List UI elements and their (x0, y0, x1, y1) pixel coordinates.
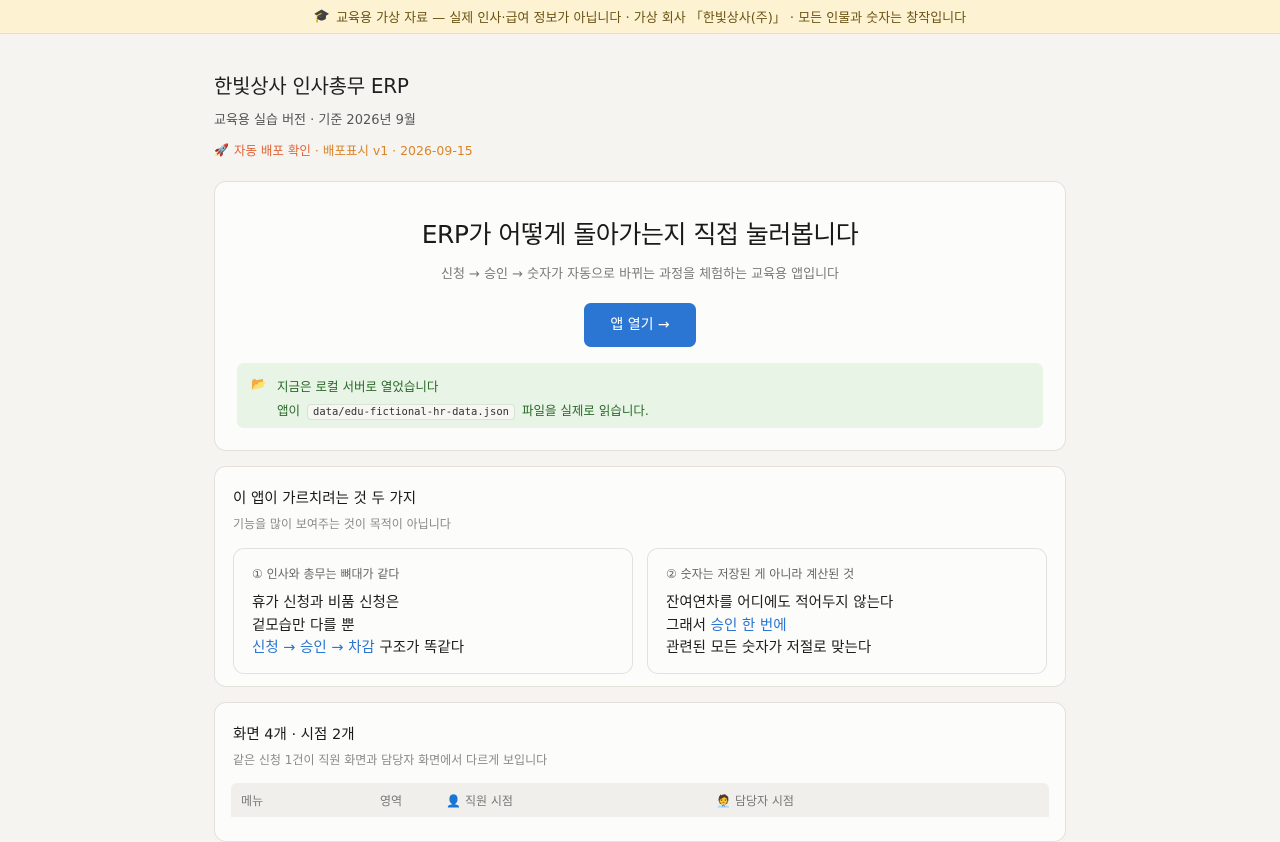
hero-tagline: 신청 → 승인 → 숫자가 자동으로 바뀌는 과정을 체험하는 교육용 앱입니다 (441, 267, 839, 282)
lesson-1-highlight: 신청 → 승인 → 차감 (252, 640, 375, 656)
local-notice-after: 파일을 실제로 읽습니다. (521, 403, 649, 418)
col-manager: 🧑‍💼 담당자 시점 (716, 792, 916, 809)
screens-title: 화면 4개 · 시점 2개 (233, 727, 355, 743)
local-notice-line2: 앱이 data/edu-fictional-hr-data.json 파일을 실… (277, 400, 649, 420)
lesson-2-line2-before: 그래서 (666, 617, 711, 634)
local-server-notice: 📂 지금은 로컬 서버로 열었습니다 앱이 data/edu-fictional… (237, 363, 1043, 428)
col-area: 영역 (380, 793, 403, 808)
lessons-list: ① 인사와 총무는 뼈대가 같다 휴가 신청과 비품 신청은 겉모습만 다를 뿐… (233, 548, 1047, 674)
rocket-icon: 🚀 (214, 142, 229, 157)
lesson-1-line3-rest: 구조가 똑같다 (374, 640, 465, 656)
deploy-version: · 배포표시 v1 · 2026-09-15 (314, 143, 473, 158)
lesson-card-1: ① 인사와 총무는 뼈대가 같다 휴가 신청과 비품 신청은 겉모습만 다를 뿐… (233, 548, 633, 674)
lessons-desc: 기능을 많이 보여주는 것이 목적이 아닙니다 (233, 517, 451, 531)
local-notice-line1: 지금은 로컬 서버로 열었습니다 (277, 379, 439, 394)
banner-text: 교육용 가상 자료 — 실제 인사·급여 정보가 아닙니다 · 가상 회사 「한… (336, 11, 967, 26)
screens-card: 화면 4개 · 시점 2개 같은 신청 1건이 직원 화면과 담당자 화면에서 … (214, 702, 1066, 842)
office-worker-icon: 🧑‍💼 (716, 793, 731, 808)
lesson-1-line3: 신청 → 승인 → 차감 구조가 똑같다 (252, 637, 614, 660)
lesson-1-head: ① 인사와 총무는 뼈대가 같다 (252, 567, 400, 581)
folder-icon: 📂 (251, 376, 267, 391)
lesson-1-line1: 휴가 신청과 비품 신청은 (252, 595, 400, 611)
lessons-title: 이 앱이 가르치려는 것 두 가지 (233, 491, 417, 507)
local-notice-before: 앱이 (277, 403, 301, 418)
hero-card: ERP가 어떻게 돌아가는지 직접 눌러봅니다 신청 → 승인 → 숫자가 자동… (214, 181, 1066, 451)
graduation-cap-icon: 🎓 (313, 9, 331, 24)
lesson-2-head: ② 숫자는 저장된 게 아니라 계산된 것 (666, 567, 855, 581)
lesson-2-highlight: 승인 한 번에 (710, 617, 787, 634)
lesson-2-body: 잔여연차를 어디에도 적어두지 않는다 그래서 승인 한 번에 관련된 모든 숫… (666, 592, 1028, 660)
data-file-path: data/edu-fictional-hr-data.json (307, 404, 515, 420)
hero-title: ERP가 어떻게 돌아가는지 직접 눌러봅니다 (421, 220, 859, 249)
main-content: 한빛상사 인사총무 ERP 교육용 실습 버전 · 기준 2026년 9월 🚀 … (214, 34, 1066, 842)
screens-table-header: 메뉴 영역 👤 직원 시점 🧑‍💼 담당자 시점 (231, 783, 1049, 817)
lesson-2-line2: 그래서 승인 한 번에 (666, 615, 1028, 638)
deploy-status: 🚀 자동 배포 확인 · 배포표시 v1 · 2026-09-15 (214, 140, 1066, 159)
lesson-card-2: ② 숫자는 저장된 게 아니라 계산된 것 잔여연차를 어디에도 적어두지 않는… (647, 548, 1047, 674)
lesson-2-line1: 잔여연차를 어디에도 적어두지 않는다 (666, 595, 894, 611)
lessons-card: 이 앱이 가르치려는 것 두 가지 기능을 많이 보여주는 것이 목적이 아닙니… (214, 466, 1066, 687)
lesson-1-body: 휴가 신청과 비품 신청은 겉모습만 다를 뿐 신청 → 승인 → 차감 구조가… (252, 592, 614, 660)
page-title: 한빛상사 인사총무 ERP (214, 74, 409, 98)
deploy-label: 자동 배포 확인 (233, 143, 311, 158)
edu-notice-banner: 🎓 교육용 가상 자료 — 실제 인사·급여 정보가 아닙니다 · 가상 회사 … (0, 0, 1280, 34)
screens-desc: 같은 신청 1건이 직원 화면과 담당자 화면에서 다르게 보입니다 (233, 753, 548, 767)
open-app-button[interactable]: 앱 열기 → (584, 303, 696, 347)
col-employee-label: 직원 시점 (464, 793, 513, 808)
lesson-2-line3: 관련된 모든 숫자가 저절로 맞는다 (666, 640, 872, 656)
lesson-1-line2: 겉모습만 다를 뿐 (252, 617, 355, 634)
col-employee: 👤 직원 시점 (446, 792, 716, 809)
person-icon: 👤 (446, 793, 461, 808)
page-subtitle: 교육용 실습 버전 · 기준 2026년 9월 (214, 113, 416, 128)
col-manager-label: 담당자 시점 (734, 793, 794, 808)
col-menu: 메뉴 (241, 793, 264, 808)
